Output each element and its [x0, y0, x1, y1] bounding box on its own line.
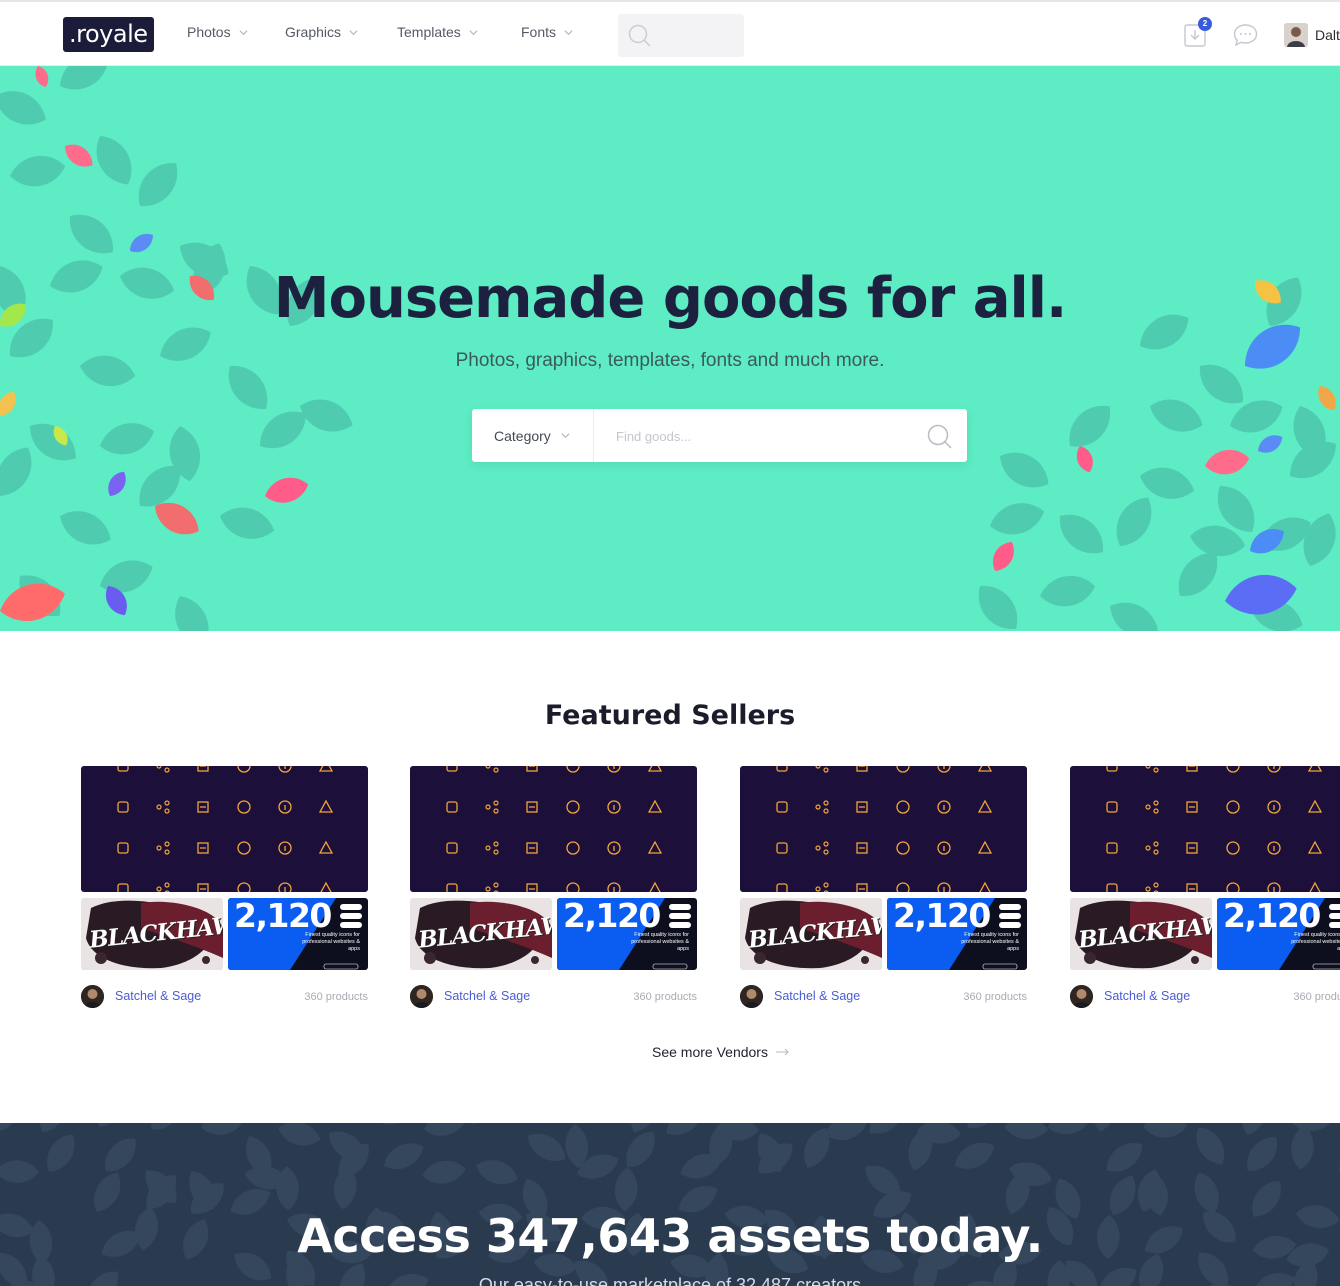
promo-caption: Finest quality icons for professional we…: [302, 932, 360, 952]
hero-search-bar: Category: [472, 409, 967, 464]
seller-name-link[interactable]: Satchel & Sage: [444, 989, 530, 1003]
user-avatar[interactable]: [1284, 23, 1308, 47]
chat-icon[interactable]: [1233, 23, 1258, 47]
font-preview-image: BLACKHAWK: [1070, 898, 1212, 970]
icon-pack-promo-image: 2,120Finest quality icons for profession…: [1217, 898, 1340, 970]
leaf-pattern-decoration: [0, 66, 1340, 631]
chevron-down-icon: [239, 29, 248, 35]
font-preview-image: BLACKHAWK: [410, 898, 552, 970]
seller-card[interactable]: BLACKHAWK 2,120Finest quality icons for …: [740, 766, 1027, 1011]
nav-item-label: Photos: [187, 24, 231, 40]
seller-name-link[interactable]: Satchel & Sage: [115, 989, 201, 1003]
downloads-badge: 2: [1198, 17, 1212, 31]
featured-sellers-title: Featured Sellers: [544, 700, 796, 731]
icon-set-preview: [740, 766, 1027, 892]
see-more-vendors-link[interactable]: See more Vendors: [652, 1044, 790, 1060]
banner-subtitle: Our easy-to-use marketplace of 32,487 cr…: [478, 1275, 862, 1286]
hero-section: Mousemade goods for all. Photos, graphic…: [0, 66, 1340, 631]
seller-avatar[interactable]: [81, 985, 104, 1008]
promo-caption: Finest quality icons for professional we…: [961, 932, 1019, 952]
promo-caption: Finest quality icons for professional we…: [1291, 932, 1340, 952]
icon-pack-promo-image: 2,120Finest quality icons for profession…: [228, 898, 368, 970]
nav-item-templates[interactable]: Templates: [397, 24, 478, 40]
search-icon[interactable]: [927, 424, 952, 449]
hero-subtitle: Photos, graphics, templates, fonts and m…: [455, 350, 885, 371]
product-count: 360 products: [963, 991, 1027, 1003]
chevron-down-icon: [349, 29, 358, 35]
promo-caption: Finest quality icons for professional we…: [631, 932, 689, 952]
hero-title: Mousemade goods for all.: [273, 266, 1067, 331]
banner-title: Access 347,643 assets today.: [297, 1209, 1043, 1263]
product-count: 360 products: [304, 991, 368, 1003]
user-photo-icon: [1284, 23, 1308, 47]
seller-card[interactable]: BLACKHAWK 2,120Finest quality icons for …: [410, 766, 697, 1011]
icon-pack-promo-image: 2,120Finest quality icons for profession…: [887, 898, 1027, 970]
nav-item-photos[interactable]: Photos: [187, 24, 248, 40]
seller-name-link[interactable]: Satchel & Sage: [1104, 989, 1190, 1003]
icon-set-preview: [81, 766, 368, 892]
font-preview-image: BLACKHAWK: [81, 898, 223, 970]
assets-banner: Access 347,643 assets today. Our easy-to…: [0, 1123, 1340, 1286]
font-preview-image: BLACKHAWK: [740, 898, 882, 970]
chevron-down-icon: [469, 29, 478, 35]
nav-item-label: Templates: [397, 24, 461, 40]
royale-logo[interactable]: .royale: [63, 17, 154, 52]
icon-set-preview: [1070, 766, 1340, 892]
promo-number: 2,120: [563, 898, 661, 935]
top-navbar: .royale Photos Graphics Templates Fonts …: [0, 0, 1340, 66]
seller-name-link[interactable]: Satchel & Sage: [774, 989, 860, 1003]
see-more-label: See more Vendors: [652, 1044, 768, 1060]
seller-avatar[interactable]: [1070, 985, 1093, 1008]
icon-set-preview: [410, 766, 697, 892]
nav-item-graphics[interactable]: Graphics: [285, 24, 358, 40]
nav-search-input[interactable]: [618, 14, 744, 57]
promo-number: 2,120: [234, 898, 332, 935]
user-name[interactable]: Dalton: [1315, 27, 1340, 43]
arrow-right-icon: [775, 1048, 789, 1056]
nav-item-label: Graphics: [285, 24, 342, 40]
category-dropdown[interactable]: Category: [472, 409, 594, 462]
product-count: 360 products: [633, 991, 697, 1003]
seller-card[interactable]: BLACKHAWK 2,120Finest quality icons for …: [81, 766, 368, 1011]
chevron-down-icon: [564, 29, 573, 35]
product-count: 360 products: [1293, 991, 1340, 1003]
category-label: Category: [494, 427, 551, 444]
icon-pack-promo-image: 2,120Finest quality icons for profession…: [557, 898, 697, 970]
seller-avatar[interactable]: [740, 985, 763, 1008]
search-icon: [628, 24, 651, 47]
seller-avatar[interactable]: [410, 985, 433, 1008]
promo-number: 2,120: [1223, 898, 1321, 935]
chevron-down-icon: [561, 433, 570, 439]
seller-card[interactable]: BLACKHAWK 2,120Finest quality icons for …: [1070, 766, 1340, 1011]
nav-item-fonts[interactable]: Fonts: [521, 24, 573, 40]
promo-number: 2,120: [893, 898, 991, 935]
find-goods-input[interactable]: [594, 409, 938, 464]
nav-item-label: Fonts: [521, 24, 557, 40]
